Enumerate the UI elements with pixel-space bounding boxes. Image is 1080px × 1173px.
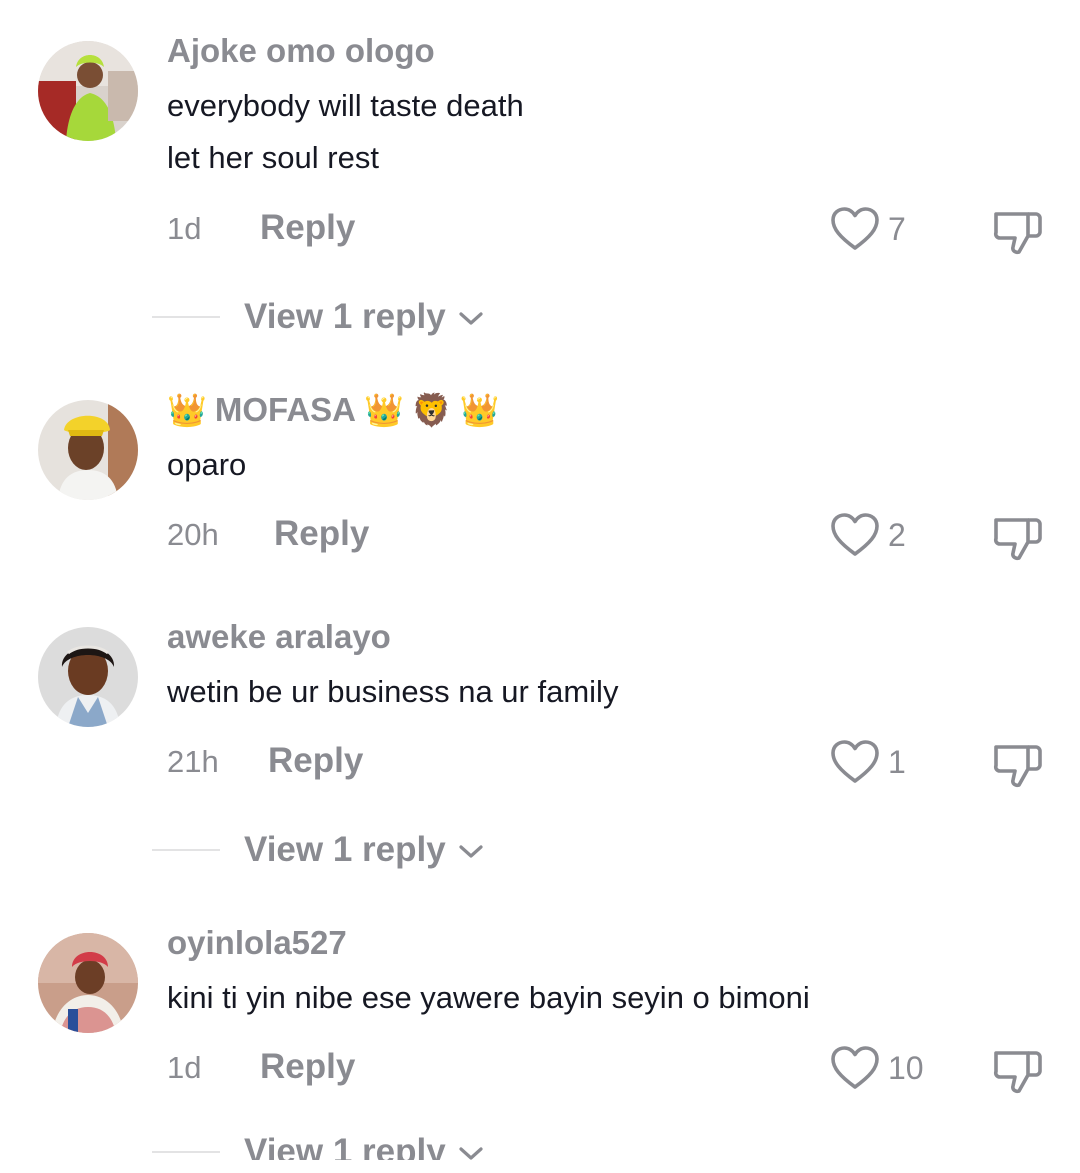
like-button[interactable]: 10 — [830, 1045, 924, 1091]
heart-outline-icon — [831, 207, 879, 250]
avatar[interactable] — [38, 627, 138, 727]
dislike-button[interactable] — [992, 1047, 1044, 1100]
divider — [152, 316, 220, 318]
thumbs-down-outline-icon — [993, 745, 1042, 788]
comment-text-line: oparo — [167, 447, 247, 482]
heart-outline-icon — [831, 513, 879, 556]
view-replies-button[interactable]: View 1 reply — [152, 830, 484, 870]
comment-text-line: kini ti yin nibe ese yawere bayin seyin … — [167, 980, 810, 1015]
divider — [152, 849, 220, 851]
like-count: 2 — [888, 516, 906, 553]
bottom-edge-mask — [0, 1160, 1080, 1173]
reply-button[interactable]: Reply — [274, 514, 369, 554]
comment-username[interactable]: oyinlola527 — [167, 924, 347, 962]
heart-outline-icon — [831, 740, 879, 783]
comment-timestamp: 20h — [167, 517, 219, 552]
username-text: Ajoke omo ologo — [167, 32, 435, 69]
avatar[interactable] — [38, 41, 138, 141]
dislike-button[interactable] — [992, 514, 1044, 567]
avatar-image — [38, 400, 138, 500]
avatar-image — [38, 933, 138, 1033]
view-replies-button[interactable]: View 1 reply — [152, 297, 484, 337]
like-button[interactable]: 2 — [830, 512, 906, 558]
username-text: aweke aralayo — [167, 618, 391, 655]
heart-outline-icon — [831, 1046, 879, 1089]
like-count: 10 — [888, 1049, 924, 1086]
dislike-button[interactable] — [992, 741, 1044, 794]
avatar-image — [38, 41, 138, 141]
comment-text-line: let her soul rest — [167, 140, 379, 175]
view-replies-label: View 1 reply — [244, 297, 446, 336]
like-button[interactable]: 7 — [830, 206, 906, 252]
like-button[interactable]: 1 — [830, 739, 906, 785]
lion-icon: 🦁 — [411, 392, 452, 428]
crown-icon: 👑 — [459, 392, 500, 428]
comment-username[interactable]: aweke aralayo — [167, 618, 391, 656]
reply-button[interactable]: Reply — [260, 208, 355, 248]
chevron-down-icon — [459, 845, 483, 858]
avatar[interactable] — [38, 933, 138, 1033]
thumbs-down-outline-icon — [993, 212, 1042, 255]
username-text: oyinlola527 — [167, 924, 347, 961]
comment-text-line: everybody will taste death — [167, 88, 524, 123]
reply-button[interactable]: Reply — [260, 1047, 355, 1087]
comment-text-line: wetin be ur business na ur family — [167, 674, 619, 709]
reply-button[interactable]: Reply — [268, 741, 363, 781]
like-count: 7 — [888, 210, 906, 247]
crown-icon: 👑 — [364, 392, 404, 428]
username-text: MOFASA — [214, 391, 357, 428]
thumbs-down-outline-icon — [993, 518, 1042, 561]
comment-timestamp: 1d — [167, 1050, 202, 1085]
dislike-button[interactable] — [992, 208, 1044, 261]
avatar-image — [38, 627, 138, 727]
comment-timestamp: 21h — [167, 744, 219, 779]
comment-username[interactable]: Ajoke omo ologo — [167, 32, 435, 70]
comment-timestamp: 1d — [167, 211, 202, 246]
avatar[interactable] — [38, 400, 138, 500]
comment-username[interactable]: 👑 MOFASA 👑 🦁 👑 — [167, 391, 500, 429]
view-replies-label: View 1 reply — [244, 830, 446, 869]
like-count: 1 — [888, 743, 906, 780]
thumbs-down-outline-icon — [993, 1051, 1042, 1094]
divider — [152, 1151, 220, 1153]
chevron-down-icon — [459, 312, 483, 325]
crown-icon: 👑 — [167, 392, 207, 428]
